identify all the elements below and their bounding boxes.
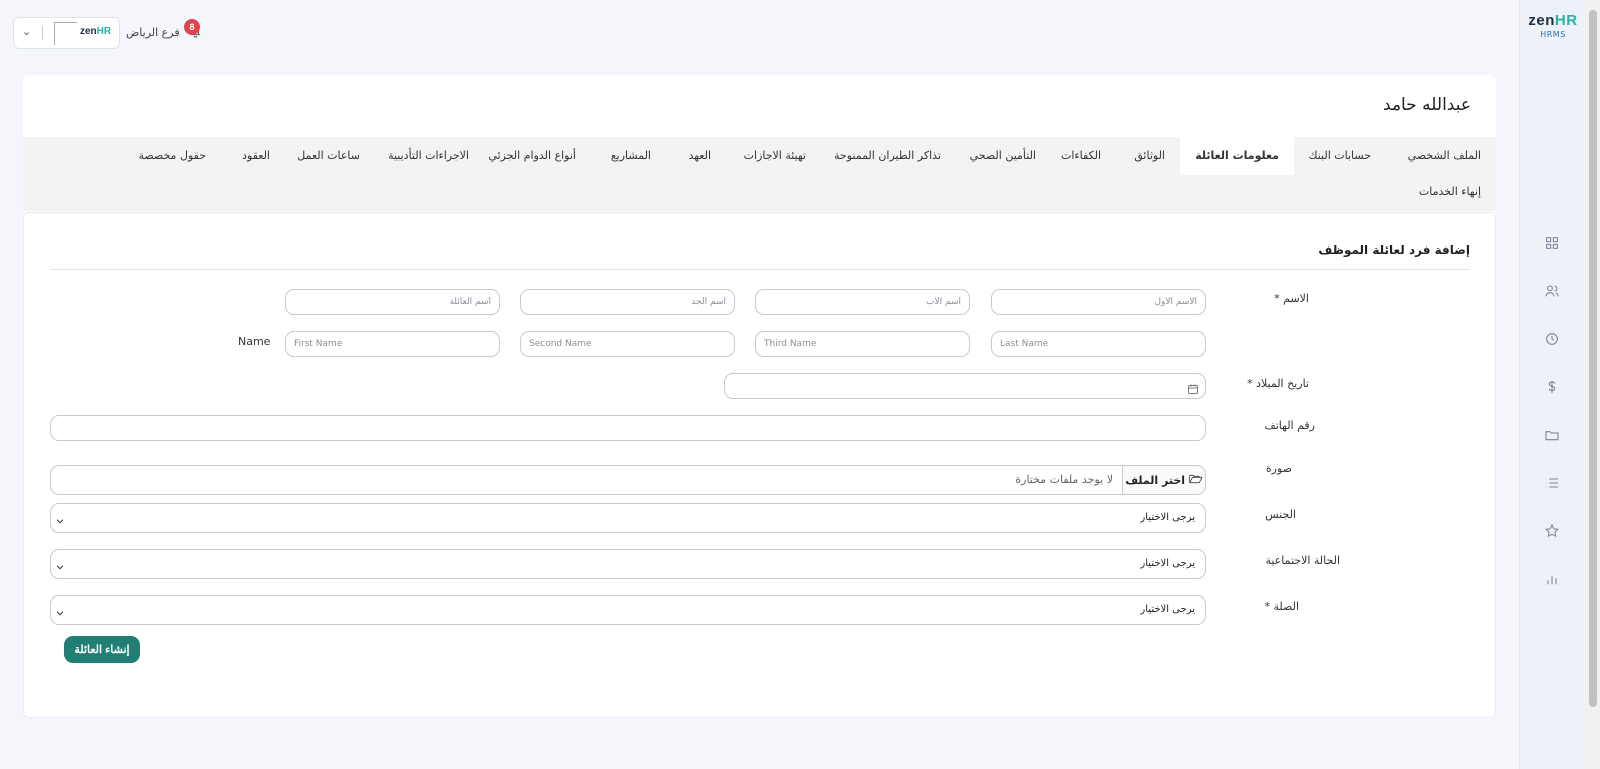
- tab-end-of-service[interactable]: إنهاء الخدمات: [1419, 185, 1481, 198]
- tab-leave-setup[interactable]: تهيئة الاجازات: [744, 149, 806, 162]
- first-name-ar-input[interactable]: [991, 289, 1206, 315]
- tab-health-insurance[interactable]: التأمين الصحي: [970, 149, 1036, 162]
- gender-select[interactable]: يرجى الاختيار: [50, 503, 1206, 533]
- tab-custody[interactable]: العهد: [688, 149, 711, 162]
- notification-badge: 8: [184, 19, 200, 35]
- name-en-label: Name: [238, 335, 271, 348]
- users-icon[interactable]: [1540, 279, 1564, 303]
- tab-competencies[interactable]: الكفاءات: [1061, 149, 1101, 162]
- tab-projects[interactable]: المشاريع: [611, 149, 651, 162]
- dollar-icon[interactable]: [1540, 375, 1564, 399]
- form-divider: [50, 269, 1470, 270]
- clock-icon[interactable]: [1540, 327, 1564, 351]
- tab-disciplinary-actions[interactable]: الاجراءات التأديبية: [388, 149, 469, 162]
- tab-part-time-types[interactable]: أنواع الدوام الجزئي: [488, 149, 576, 162]
- add-family-member-form: إضافة فرد لعائلة الموظف الاسم * Name تار…: [23, 212, 1496, 718]
- grandfather-name-ar-input[interactable]: [520, 289, 735, 315]
- relation-select[interactable]: يرجى الاختيار: [50, 595, 1206, 625]
- tab-contracts[interactable]: العقود: [242, 149, 270, 162]
- employee-name: عبدالله حامد: [1383, 95, 1471, 115]
- sidebar: zenHR HRMS: [1519, 0, 1586, 769]
- folder-icon[interactable]: [1540, 423, 1564, 447]
- last-name-en-input[interactable]: [991, 331, 1206, 357]
- employee-panel: عبدالله حامد الملف الشخصي حسابات البنك م…: [23, 75, 1496, 718]
- company-logo-image: [54, 22, 77, 45]
- scrollbar[interactable]: [1586, 0, 1600, 769]
- father-name-ar-input[interactable]: [755, 289, 970, 315]
- file-status: لا يوجد ملفات مختارة: [1015, 473, 1113, 486]
- company-logo: zenHR: [80, 26, 112, 37]
- scrollbar-thumb[interactable]: [1589, 10, 1597, 707]
- second-name-en-input[interactable]: [520, 331, 735, 357]
- brand-logo[interactable]: zenHR HRMS: [1520, 12, 1586, 39]
- family-name-ar-input[interactable]: [285, 289, 500, 315]
- chevron-down-icon: [55, 557, 65, 576]
- chevron-down-icon: [55, 511, 65, 530]
- birth-date-label: تاريخ الميلاد *: [1247, 377, 1309, 390]
- tab-custom-fields[interactable]: حقول مخصصة: [138, 149, 206, 162]
- photo-label: صورة: [1265, 462, 1292, 475]
- branch-switcher[interactable]: ⌄ zenHR: [13, 17, 120, 49]
- dashboard-icon[interactable]: [1540, 231, 1564, 255]
- tab-family-info[interactable]: معلومات العائلة: [1180, 137, 1294, 175]
- gender-label: الجنس: [1265, 508, 1296, 521]
- marital-status-select[interactable]: يرجى الاختيار: [50, 549, 1206, 579]
- chart-icon[interactable]: [1540, 567, 1564, 591]
- divider: [42, 26, 43, 40]
- form-title: إضافة فرد لعائلة الموظف: [1318, 243, 1470, 257]
- chevron-down-icon: [55, 603, 65, 622]
- marital-status-label: الحالة الاجتماعية: [1265, 554, 1340, 567]
- phone-label: رقم الهاتف: [1264, 419, 1315, 432]
- tab-documents[interactable]: الوثائق: [1134, 149, 1165, 162]
- relation-label: الصلة *: [1264, 600, 1299, 613]
- tab-personal-profile[interactable]: الملف الشخصي: [1408, 149, 1481, 162]
- photo-file-input[interactable]: 🗁 اختر الملف لا يوجد ملفات مختارة: [50, 465, 1206, 495]
- phone-input[interactable]: [50, 415, 1206, 441]
- first-name-en-input[interactable]: [285, 331, 500, 357]
- notifications-button[interactable]: 8: [184, 19, 206, 42]
- calendar-icon[interactable]: [1187, 380, 1199, 394]
- tab-working-hours[interactable]: ساعات العمل: [297, 149, 360, 162]
- tab-bank-accounts[interactable]: حسابات البنك: [1308, 149, 1371, 162]
- branch-name: فرع الرياض: [126, 26, 180, 39]
- list-icon[interactable]: [1540, 471, 1564, 495]
- third-name-en-input[interactable]: [755, 331, 970, 357]
- choose-file-button[interactable]: 🗁 اختر الملف: [1122, 466, 1205, 494]
- create-family-button[interactable]: إنشاء العائلة: [64, 636, 140, 663]
- star-icon[interactable]: [1540, 519, 1564, 543]
- tab-bar: الملف الشخصي حسابات البنك معلومات العائل…: [23, 137, 1496, 211]
- brand-subtitle: HRMS: [1540, 30, 1566, 39]
- birth-date-input[interactable]: [724, 373, 1206, 399]
- folder-open-icon: 🗁: [1189, 472, 1203, 486]
- chevron-down-icon: ⌄: [22, 25, 32, 38]
- name-label: الاسم *: [1274, 292, 1309, 305]
- tab-flight-tickets[interactable]: تذاكر الطيران الممنوحة: [834, 149, 941, 162]
